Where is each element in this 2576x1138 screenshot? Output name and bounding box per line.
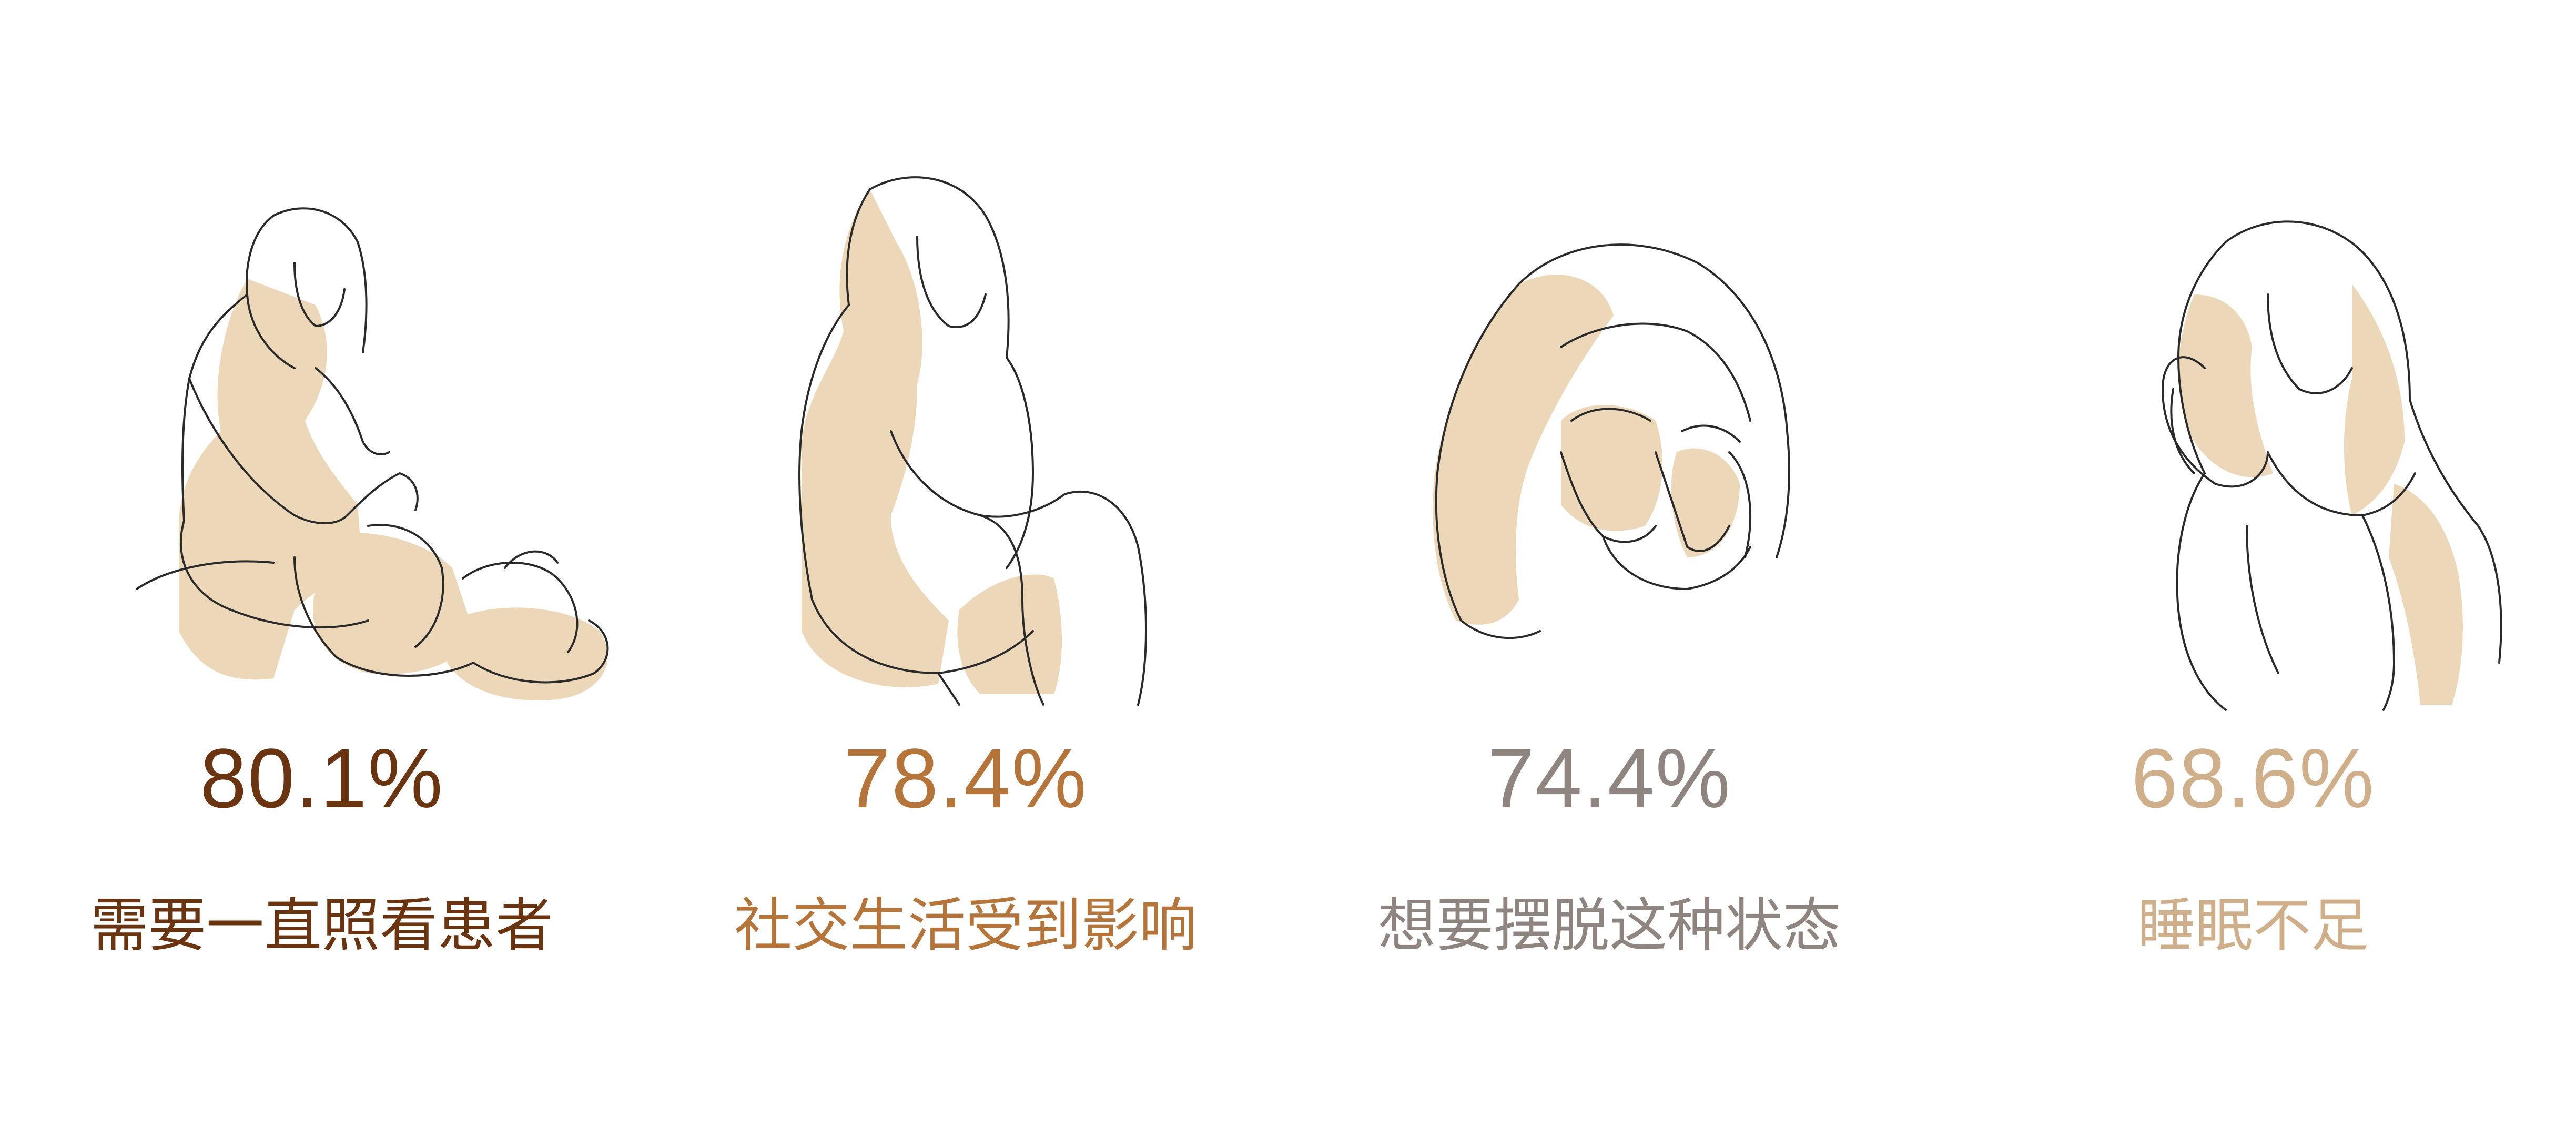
stat-panel-sleep: 68.6% 睡眠不足: [1931, 0, 2575, 1138]
stat-label: 睡眠不足: [2137, 892, 2369, 959]
woman-crying-illustration: [1287, 158, 1931, 736]
percent-value: 78.4%: [844, 731, 1088, 825]
stat-panel-caring: 80.1% 需要一直照看患者: [0, 0, 644, 1138]
percent-value: 80.1%: [200, 731, 444, 825]
woman-caring-for-patient-illustration: [0, 158, 644, 736]
stat-panel-escape: 74.4% 想要摆脱这种状态: [1287, 0, 1931, 1138]
stat-label: 需要一直照看患者: [90, 892, 553, 959]
percent-value: 74.4%: [1487, 731, 1731, 825]
stat-label: 想要摆脱这种状态: [1378, 892, 1841, 959]
woman-sitting-alone-illustration: [644, 158, 1287, 736]
woman-holding-head-illustration: [1931, 158, 2575, 736]
stat-label: 社交生活受到影响: [734, 892, 1197, 959]
stat-panel-social: 78.4% 社交生活受到影响: [644, 0, 1287, 1138]
percent-value: 68.6%: [2131, 731, 2375, 825]
